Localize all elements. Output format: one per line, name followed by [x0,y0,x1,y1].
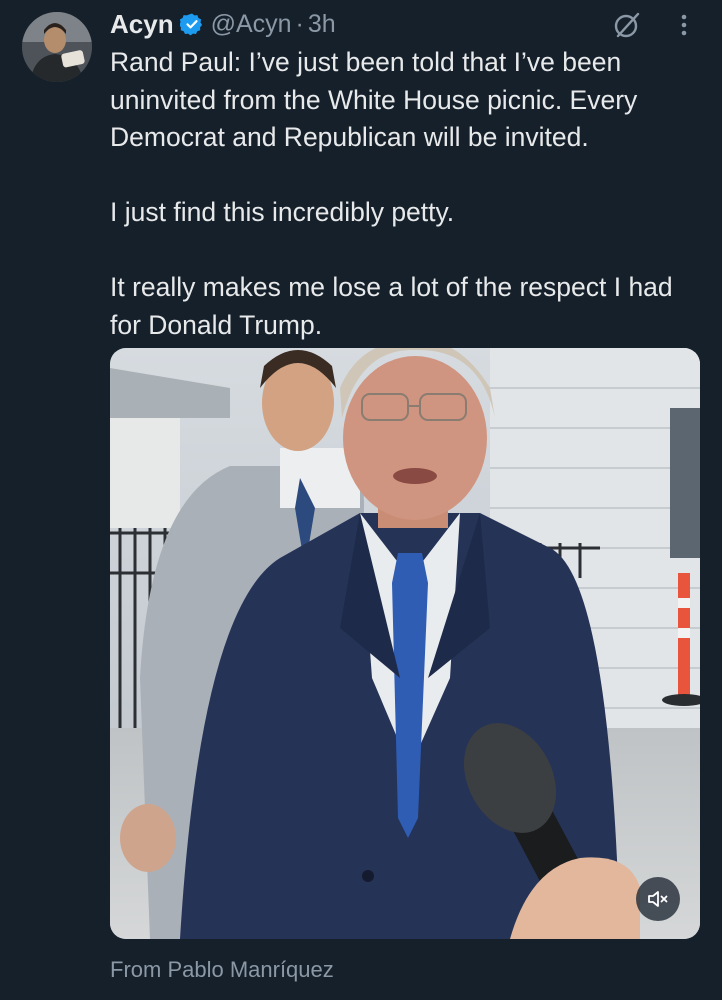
grok-icon[interactable] [612,10,642,40]
author-handle[interactable]: @Acyn [211,10,292,39]
video-player[interactable] [110,348,700,939]
tweet-paragraph: Rand Paul: I’ve just been told that I’ve… [110,47,638,152]
tweet-paragraph: I just find this incredibly petty. [110,197,455,227]
media-attribution[interactable]: From Pablo Manríquez [110,957,334,983]
avatar-image [22,12,92,82]
author-name[interactable]: Acyn [110,9,174,40]
timestamp[interactable]: 3h [308,10,336,39]
more-options-icon[interactable] [676,10,692,40]
tweet: Acyn @Acyn · 3h Rand Paul: I’ve just bee… [0,0,722,1000]
tweet-header: Acyn @Acyn · 3h [110,6,336,42]
verified-badge-icon [179,12,204,36]
avatar[interactable] [22,12,92,82]
volume-muted-icon[interactable] [636,877,680,921]
tweet-text: Rand Paul: I’ve just been told that I’ve… [110,44,700,344]
video-frame [110,348,700,939]
tweet-paragraph: It really makes me lose a lot of the res… [110,272,673,340]
separator-dot: · [295,9,304,38]
